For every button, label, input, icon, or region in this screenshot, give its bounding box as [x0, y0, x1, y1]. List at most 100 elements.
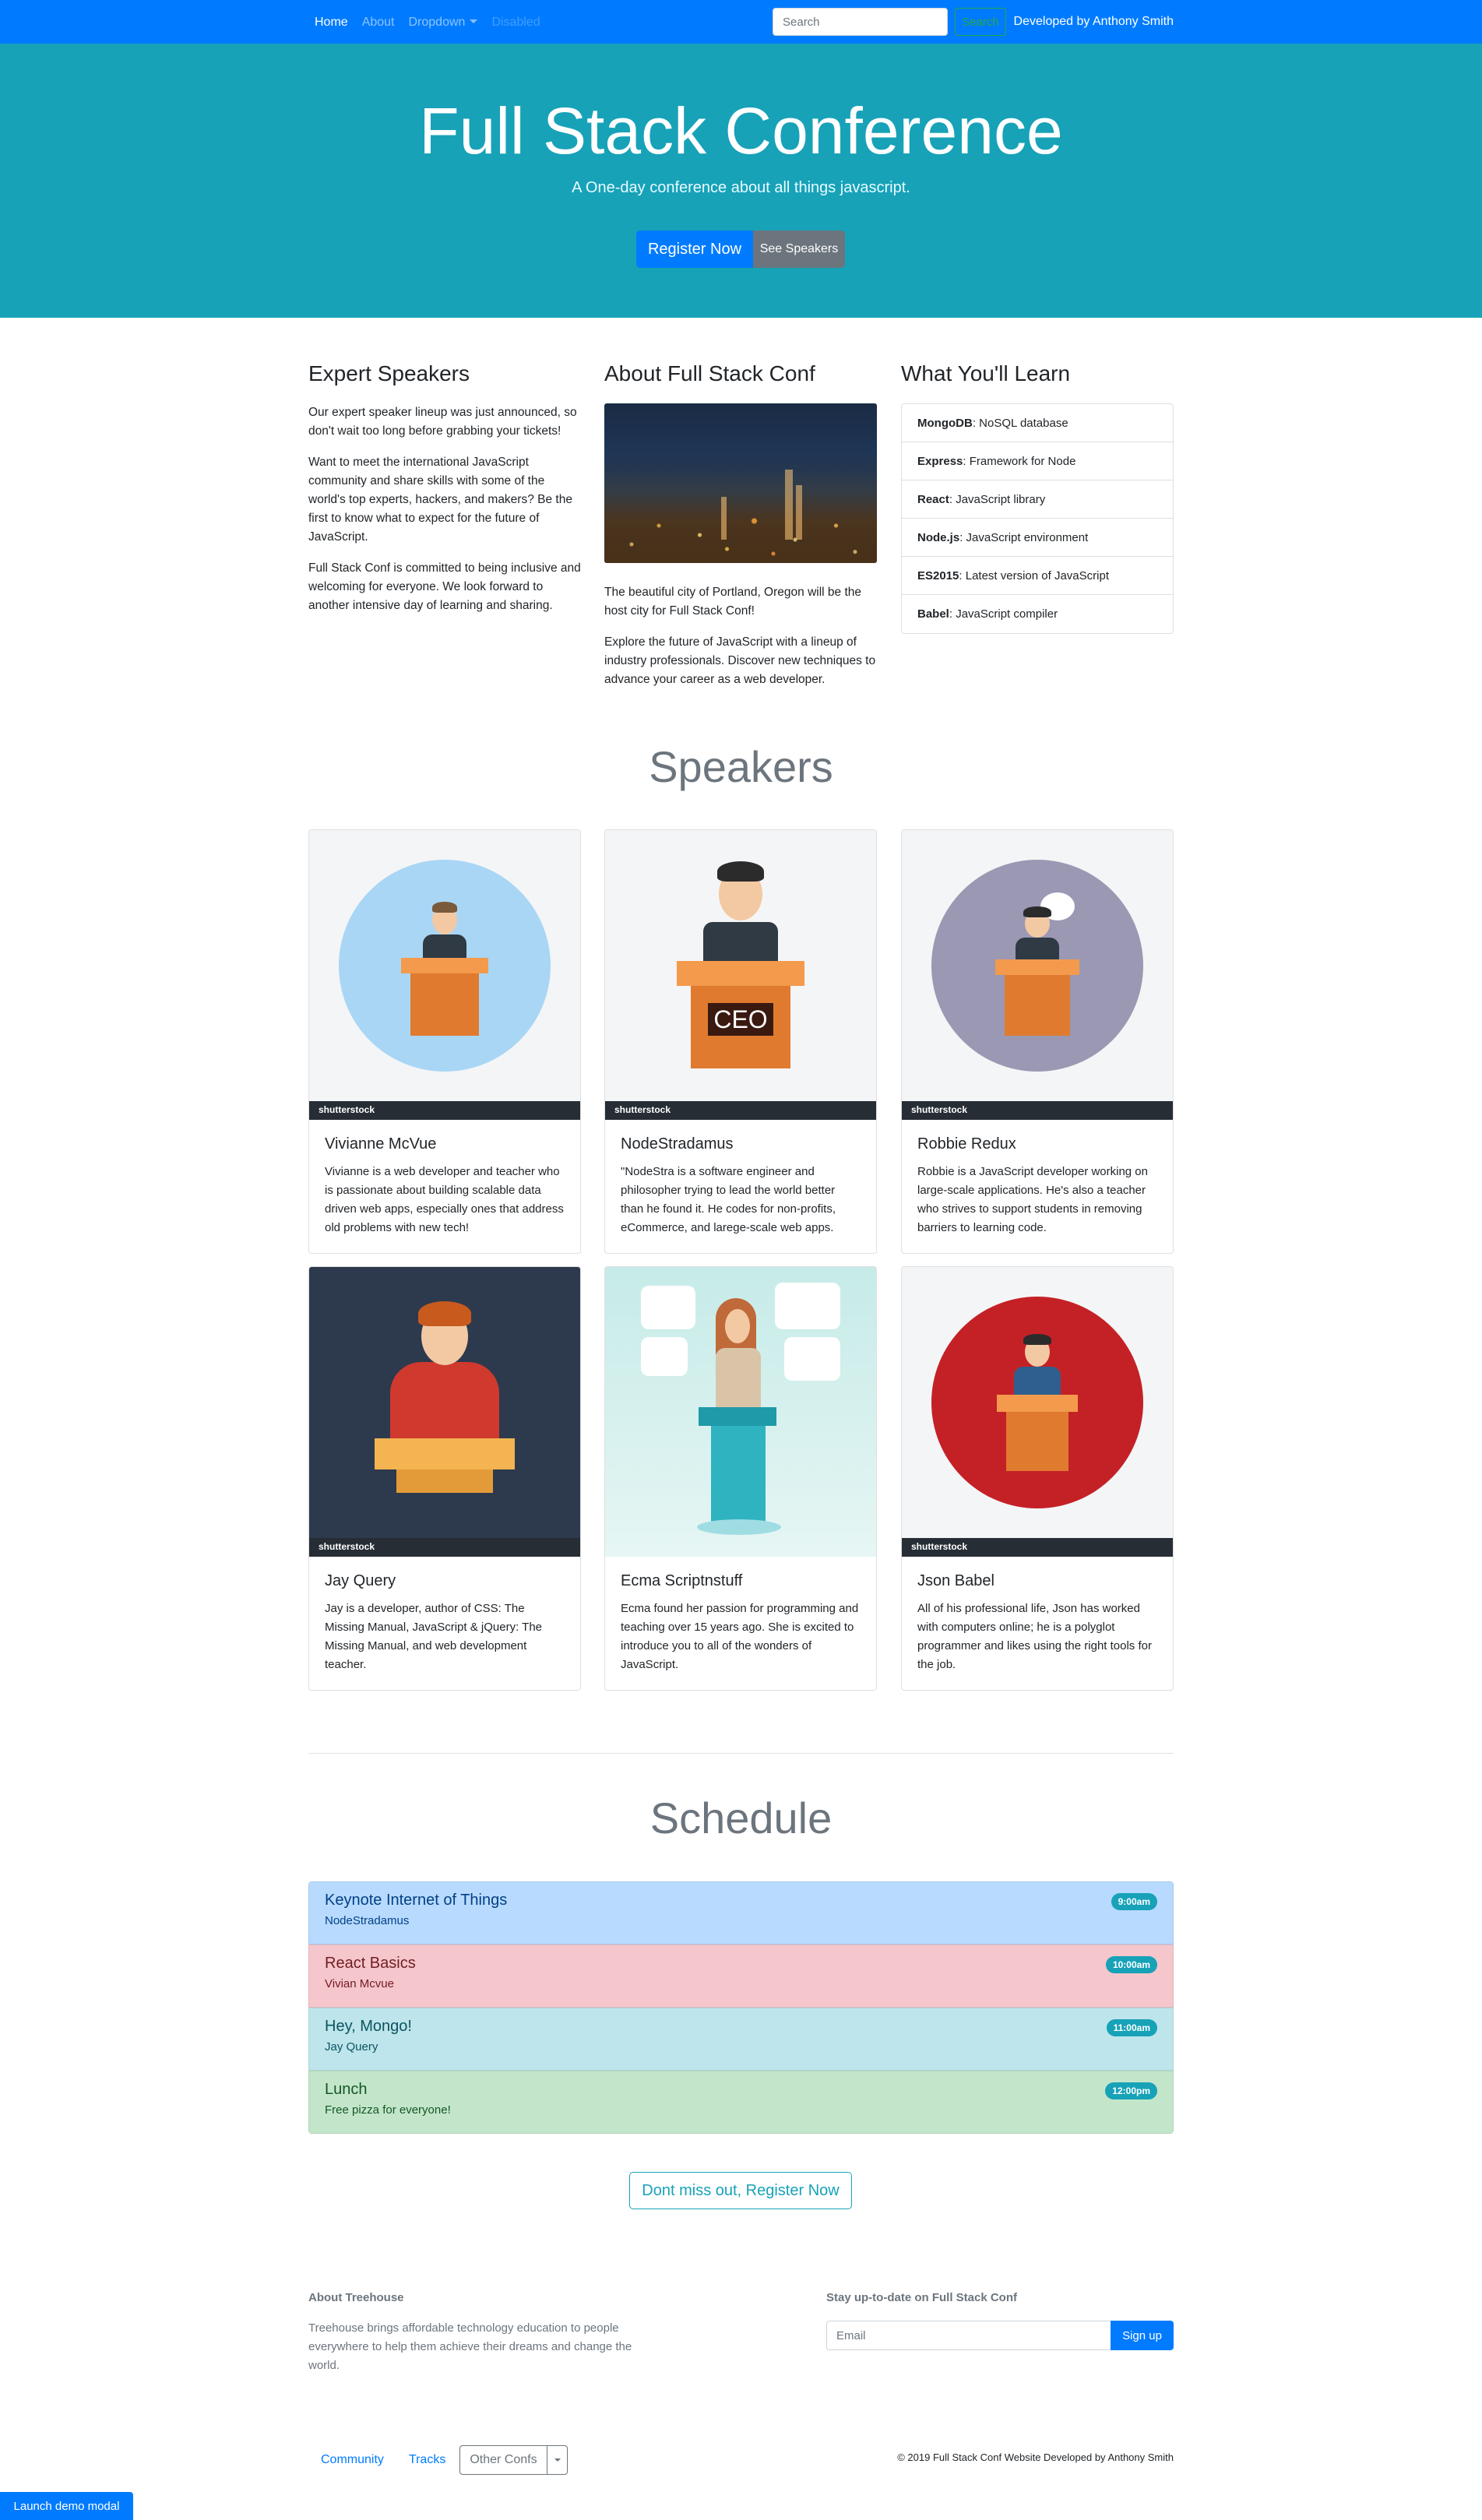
navbar-inner: Home About Dropdown Disabled Search Deve…: [308, 0, 1174, 44]
speaker-card: CEO shutterstock NodeStradamus "NodeStra…: [604, 829, 877, 1254]
chevron-down-icon: [470, 19, 478, 23]
speaker-bio: Robbie is a JavaScript developer working…: [917, 1165, 1148, 1234]
gear-icon: [641, 1337, 688, 1376]
list-item: Express: Framework for Node: [902, 442, 1173, 480]
podium-sign: CEO: [708, 1003, 773, 1036]
footer-link-tracks[interactable]: Tracks: [396, 2447, 458, 2473]
navbar-developer-text: Developed by Anthony Smith: [1013, 15, 1174, 28]
register-cta-button[interactable]: Dont miss out, Register Now: [629, 2172, 852, 2209]
list-item: ES2015: Latest version of JavaScript: [902, 557, 1173, 595]
chevron-down-icon: [554, 2458, 561, 2462]
speaker-card: shutterstock Json Babel All of his profe…: [901, 1266, 1174, 1691]
schedule-item: Keynote Internet of Things NodeStradamus…: [308, 1881, 1174, 1945]
speaker-image: [605, 1267, 876, 1557]
expert-speakers-paragraph: Our expert speaker lineup was just annou…: [308, 406, 577, 438]
other-confs-button[interactable]: Other Confs: [460, 2446, 546, 2474]
schedule-item-speaker: Jay Query: [325, 2040, 378, 2054]
schedule-item-title: Keynote Internet of Things: [325, 1892, 508, 1909]
register-now-button[interactable]: Register Now: [636, 231, 753, 268]
speaker-image: shutterstock: [902, 1267, 1173, 1557]
about-paragraph: The beautiful city of Portland, Oregon w…: [604, 586, 861, 618]
schedule-item-speaker: NodeStradamus: [325, 1914, 410, 1927]
speaker-bio: Jay is a developer, author of CSS: The M…: [325, 1602, 543, 1671]
search-input[interactable]: [773, 8, 948, 36]
footer-about-text: Treehouse brings affordable technology e…: [308, 2321, 632, 2372]
dropdown-toggle[interactable]: [546, 2446, 567, 2474]
speaker-name: NodeStradamus: [621, 1135, 734, 1153]
expert-speakers-title: Expert Speakers: [308, 361, 470, 385]
about-title: About Full Stack Conf: [604, 361, 815, 385]
card-body: Json Babel All of his professional life,…: [902, 1557, 1173, 1690]
nav-link-home[interactable]: Home: [315, 16, 348, 30]
nav-link-about[interactable]: About: [362, 16, 395, 30]
schedule-item: React Basics Vivian Mcvue 10:00am: [308, 1945, 1174, 2008]
schedule-item-speaker: Free pizza for everyone!: [325, 2103, 451, 2117]
expert-speakers-paragraph: Want to meet the international JavaScrip…: [308, 456, 572, 544]
schedule-item-speaker: Vivian Mcvue: [325, 1977, 394, 1990]
speaker-image: shutterstock: [309, 1267, 580, 1557]
schedule-title: Schedule: [649, 1793, 833, 1842]
schedule-item: Hey, Mongo! Jay Query 11:00am: [308, 2008, 1174, 2071]
schedule-item-title: Hey, Mongo!: [325, 2018, 412, 2035]
jumbotron: Full Stack Conference A One-day conferen…: [0, 44, 1482, 318]
portland-city-image: [604, 403, 877, 563]
watermark-text: shutterstock: [911, 1104, 968, 1115]
about-column: About Full Stack Conf The beautiful city…: [604, 361, 877, 702]
learn-column: What You'll Learn MongoDB: NoSQL databas…: [901, 361, 1174, 634]
navbar: Home About Dropdown Disabled Search Deve…: [0, 0, 1482, 44]
card-body: Robbie Redux Robbie is a JavaScript deve…: [902, 1120, 1173, 1253]
launch-demo-modal-button[interactable]: Launch demo modal: [0, 2492, 133, 2520]
see-speakers-button[interactable]: See Speakers: [753, 231, 845, 268]
speaker-name: Json Babel: [917, 1572, 994, 1589]
watermark-text: shutterstock: [614, 1104, 671, 1115]
speaker-card: Ecma Scriptnstuff Ecma found her passion…: [604, 1266, 877, 1691]
speaker-name: Robbie Redux: [917, 1135, 1016, 1153]
speaker-image: shutterstock: [309, 830, 580, 1120]
schedule-list: Keynote Internet of Things NodeStradamus…: [308, 1881, 1174, 2134]
card-body: Ecma Scriptnstuff Ecma found her passion…: [605, 1557, 876, 1690]
jumbotron-buttons: Register Now See Speakers: [636, 231, 845, 268]
speaker-bio: "NodeStra is a software engineer and phi…: [621, 1165, 836, 1234]
copyright-text: © 2019 Full Stack Conf Website Developed…: [897, 2451, 1174, 2463]
lightbulb-icon: [641, 1286, 695, 1329]
speaker-bio: All of his professional life, Json has w…: [917, 1602, 1152, 1671]
speaker-bio: Vivianne is a web developer and teacher …: [325, 1165, 564, 1234]
bar-chart-icon: [775, 1283, 840, 1329]
about-paragraph: Explore the future of JavaScript with a …: [604, 635, 876, 686]
time-badge: 11:00am: [1106, 2019, 1157, 2036]
expert-speakers-column: Expert Speakers Our expert speaker lineu…: [308, 361, 581, 628]
watermark-text: shutterstock: [319, 1104, 375, 1115]
nav-dropdown[interactable]: Dropdown: [409, 16, 478, 30]
list-item: MongoDB: NoSQL database: [902, 404, 1173, 442]
expert-speakers-paragraph: Full Stack Conf is committed to being in…: [308, 561, 581, 612]
speaker-card: shutterstock Robbie Redux Robbie is a Ja…: [901, 829, 1174, 1254]
footer-nav: Community Tracks Other Confs: [308, 2445, 568, 2475]
footer-link-community[interactable]: Community: [308, 2447, 396, 2473]
list-item: Babel: JavaScript compiler: [917, 607, 1058, 621]
speaker-card: shutterstock Vivianne McVue Vivianne is …: [308, 829, 581, 1254]
learn-title: What You'll Learn: [901, 361, 1071, 385]
email-field[interactable]: [826, 2321, 1111, 2350]
watermark-text: shutterstock: [319, 1541, 375, 1552]
speaker-name: Vivianne McVue: [325, 1135, 437, 1153]
schedule-item: Lunch Free pizza for everyone! 12:00pm: [308, 2071, 1174, 2134]
search-button[interactable]: Search: [955, 8, 1006, 36]
schedule-item-title: React Basics: [325, 1955, 416, 1972]
newsletter-title: Stay up-to-date on Full Stack Conf: [826, 2291, 1018, 2304]
schedule-item-title: Lunch: [325, 2081, 368, 2098]
sign-up-button[interactable]: Sign up: [1111, 2321, 1174, 2350]
speaker-card: shutterstock Jay Query Jay is a develope…: [308, 1266, 581, 1691]
card-body: Vivianne McVue Vivianne is a web develop…: [309, 1120, 580, 1253]
card-body: Jay Query Jay is a developer, author of …: [309, 1557, 580, 1690]
speaker-image: CEO shutterstock: [605, 830, 876, 1120]
other-confs-dropdown[interactable]: Other Confs: [459, 2445, 568, 2475]
watermark-text: shutterstock: [911, 1541, 968, 1552]
pie-chart-icon: [784, 1337, 840, 1381]
list-item: React: JavaScript library: [902, 480, 1173, 519]
learn-list: MongoDB: NoSQL database Express: Framewo…: [901, 403, 1174, 634]
nav-dropdown-label: Dropdown: [408, 16, 466, 29]
time-badge: 10:00am: [1105, 1956, 1157, 1973]
speakers-title: Speakers: [649, 742, 833, 791]
speaker-name: Ecma Scriptnstuff: [621, 1572, 743, 1589]
speaker-image: shutterstock: [902, 830, 1173, 1120]
